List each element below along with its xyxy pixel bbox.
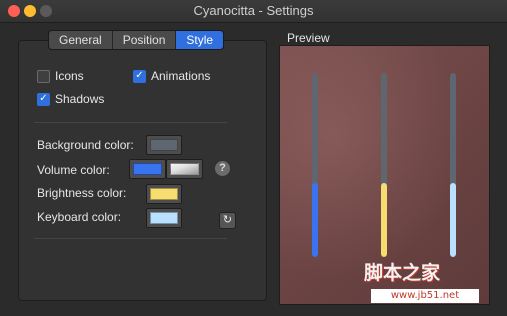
shadows-checkbox-box[interactable]: ✓ bbox=[37, 92, 50, 106]
divider bbox=[34, 238, 227, 239]
watermark-logo: 脚本之家 bbox=[364, 262, 441, 284]
volume-color-label: Volume color: bbox=[37, 163, 110, 177]
keyboard-color-label: Keyboard color: bbox=[37, 210, 122, 224]
watermark-url: www.jb51.net bbox=[371, 289, 479, 303]
animations-checkbox-box[interactable]: ✓ bbox=[133, 69, 146, 83]
divider bbox=[34, 122, 227, 123]
window-title: Cyanocitta - Settings bbox=[193, 3, 314, 18]
brightness-color-well[interactable] bbox=[146, 184, 182, 204]
settings-tabs: General Position Style bbox=[48, 30, 225, 50]
volume-secondary-color-swatch bbox=[170, 163, 199, 175]
volume-preview-fill bbox=[312, 183, 318, 257]
title-bar: Cyanocitta - Settings bbox=[0, 0, 507, 23]
brightness-color-swatch bbox=[150, 188, 178, 200]
keyboard-preview-fill bbox=[450, 183, 456, 257]
icons-checkbox-label: Icons bbox=[55, 69, 84, 83]
help-button[interactable]: ? bbox=[215, 161, 230, 176]
preview-title: Preview bbox=[287, 31, 330, 45]
reset-colors-button[interactable]: ↻ bbox=[219, 212, 236, 229]
reset-icon: ↻ bbox=[222, 214, 233, 226]
volume-color-swatch bbox=[133, 163, 162, 175]
tab-position[interactable]: Position bbox=[113, 31, 177, 49]
tab-style[interactable]: Style bbox=[176, 31, 224, 49]
background-color-well[interactable] bbox=[146, 135, 182, 155]
background-color-label: Background color: bbox=[37, 138, 134, 152]
icons-checkbox-box[interactable] bbox=[37, 69, 50, 83]
shadows-checkbox-label: Shadows bbox=[55, 92, 105, 106]
tab-general[interactable]: General bbox=[49, 31, 113, 49]
animations-checkbox-label: Animations bbox=[151, 69, 211, 83]
keyboard-preview-bar bbox=[450, 73, 456, 257]
icons-checkbox[interactable]: Icons bbox=[37, 69, 84, 83]
volume-secondary-color-well[interactable] bbox=[166, 159, 203, 179]
brightness-preview-bar bbox=[381, 73, 387, 257]
keyboard-color-swatch bbox=[150, 212, 178, 224]
animations-checkbox[interactable]: ✓ Animations bbox=[133, 69, 210, 83]
keyboard-color-well[interactable] bbox=[146, 208, 182, 228]
brightness-preview-fill bbox=[381, 183, 387, 257]
shadows-checkbox[interactable]: ✓ Shadows bbox=[37, 92, 104, 106]
background-color-swatch bbox=[150, 139, 178, 151]
volume-preview-bar bbox=[312, 73, 318, 257]
volume-color-well[interactable] bbox=[129, 159, 166, 179]
brightness-color-label: Brightness color: bbox=[37, 186, 127, 200]
